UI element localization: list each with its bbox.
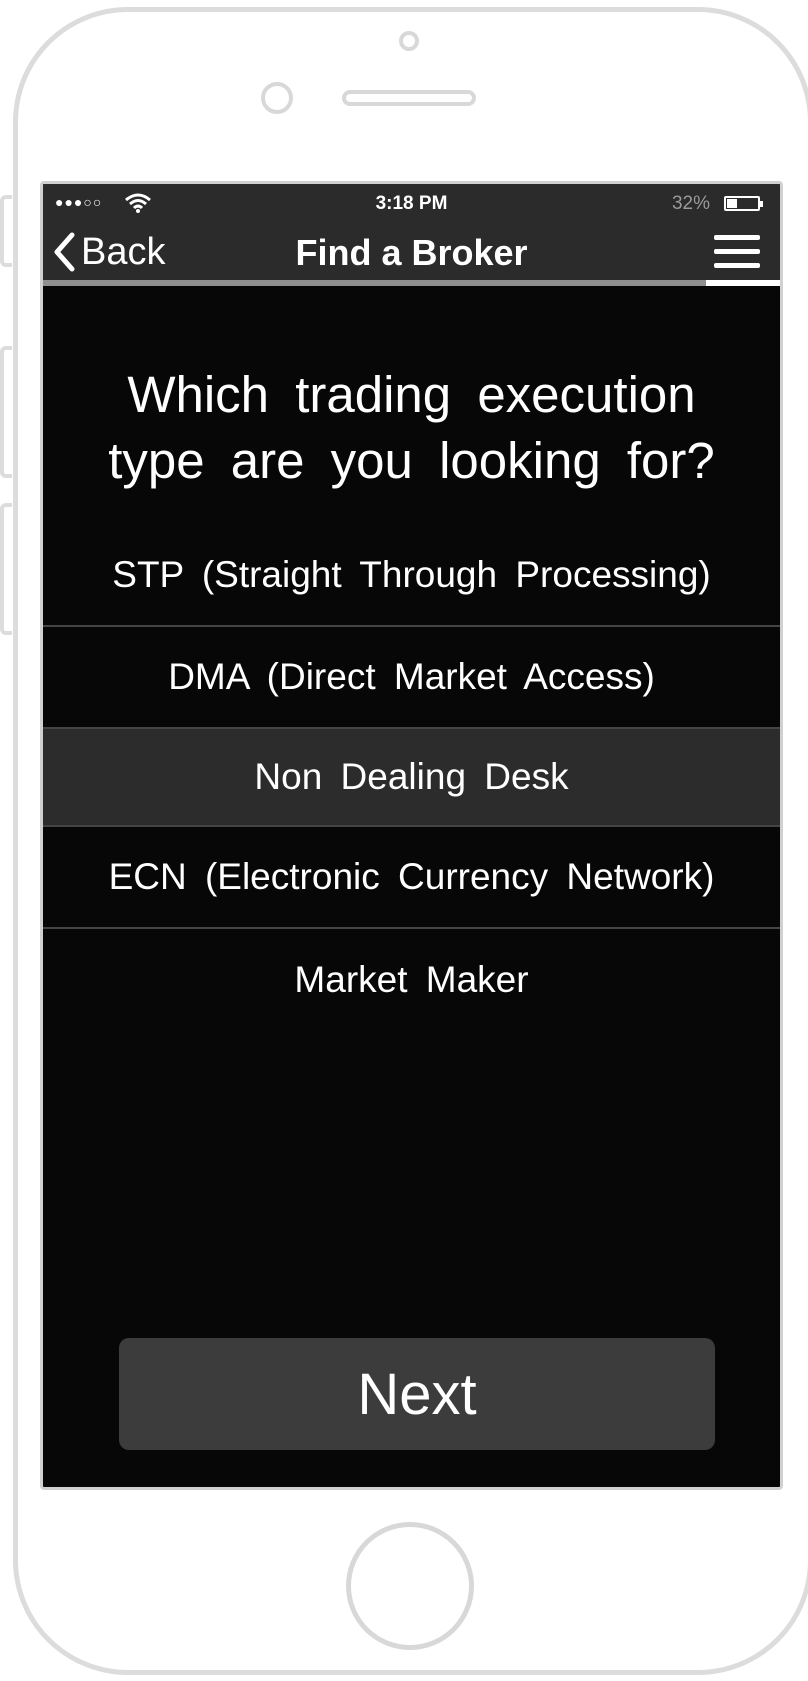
hamburger-icon: [714, 263, 760, 268]
earpiece-speaker: [342, 90, 476, 106]
home-button[interactable]: [346, 1522, 474, 1650]
proximity-sensor: [261, 82, 293, 114]
battery-icon: [724, 196, 763, 211]
back-button[interactable]: Back: [53, 230, 165, 274]
navigation-bar: Back Find a Broker: [43, 224, 780, 280]
option-dma[interactable]: DMA (Direct Market Access): [43, 627, 780, 729]
option-market-maker[interactable]: Market Maker: [43, 929, 780, 1031]
mute-switch: [0, 195, 12, 267]
next-button[interactable]: Next: [119, 1338, 715, 1450]
app-screen: ●●●○○ 3:18 PM 32% Back Find a Broker Whi…: [40, 181, 783, 1490]
volume-up-button: [0, 346, 12, 478]
status-bar: ●●●○○ 3:18 PM 32%: [43, 184, 780, 224]
progress-bar: [43, 280, 780, 286]
volume-down-button: [0, 503, 12, 635]
chevron-left-icon: [54, 232, 75, 272]
menu-button[interactable]: [714, 235, 762, 271]
option-stp[interactable]: STP (Straight Through Processing): [43, 525, 780, 627]
hamburger-icon: [714, 235, 760, 240]
back-label: Back: [81, 230, 166, 273]
front-camera: [399, 31, 419, 51]
progress-fill: [706, 280, 780, 286]
question-text: Which trading execution type are you loo…: [108, 366, 715, 489]
battery-percentage: 32%: [671, 193, 710, 214]
status-time: 3:18 PM: [375, 193, 448, 214]
battery-level: [727, 199, 738, 208]
option-non-dealing-desk[interactable]: Non Dealing Desk: [43, 729, 780, 827]
option-list: STP (Straight Through Processing) DMA (D…: [43, 525, 780, 1031]
option-ecn[interactable]: ECN (Electronic Currency Network): [43, 827, 780, 929]
hamburger-icon: [714, 249, 760, 254]
